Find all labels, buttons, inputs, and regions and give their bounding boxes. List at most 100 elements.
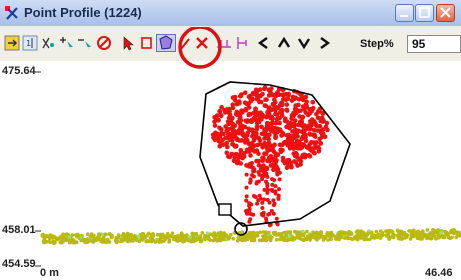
vegetation-point [280,130,286,136]
vegetation-point [255,201,260,206]
vegetation-point [270,182,275,187]
ground-point [280,237,285,242]
maximize-button[interactable] [415,4,434,22]
vegetation-point [292,96,297,102]
vegetation-point [306,153,312,158]
ground-point [216,231,221,235]
ground-point [206,235,211,240]
vegetation-point [232,123,238,128]
vertical-line-button[interactable] [234,34,250,52]
ground-point [215,239,219,243]
ground-point [405,235,409,239]
ground-points [40,228,461,246]
ground-point [223,232,227,237]
ground-point [334,236,339,240]
close-button[interactable] [436,4,455,22]
add-point-button[interactable] [58,34,74,52]
cancel-button[interactable] [95,34,113,52]
vegetation-point [277,142,283,148]
ground-point [387,236,391,240]
vegetation-point [289,164,294,169]
ground-point [348,231,352,235]
vegetation-point [298,108,303,113]
vegetation-point [262,85,268,90]
vegetation-point [256,135,262,141]
select-arrow-button[interactable] [120,34,136,52]
vegetation-point [246,101,251,106]
one-to-one-button[interactable]: 1 [22,34,38,52]
vegetation-point [265,190,270,195]
ground-point [194,238,198,242]
ground-point [366,231,371,236]
ground-point [263,230,268,234]
minimize-button[interactable] [395,4,414,22]
vegetation-point [284,165,290,171]
ground-point [82,239,87,244]
vegetation-point [247,219,252,224]
ground-point [424,233,428,238]
vegetation-point [265,158,270,164]
ground-point [267,230,271,235]
vegetation-point [265,198,270,202]
y-mid-label: 458.01 [2,224,36,236]
remove-point-button[interactable] [76,34,92,52]
ground-point [71,240,76,244]
vegetation-point [244,194,249,199]
ground-point [392,233,396,237]
vegetation-point [247,211,252,216]
title-bar[interactable]: Point Profile (1224) [0,0,461,27]
vegetation-point [269,188,274,192]
ground-point [114,235,118,240]
step-up-button[interactable] [276,34,292,52]
ground-point [425,228,430,232]
ground-point [359,236,364,240]
vegetation-point [315,128,321,133]
vegetation-point [298,162,303,167]
step-right-button[interactable] [316,34,332,52]
vegetation-point [311,140,316,145]
vegetation-point [217,108,222,114]
vegetation-point [282,139,288,145]
ground-point [252,238,256,243]
vegetation-point [259,212,264,216]
vegetation-point [214,113,220,118]
vegetation-point [242,90,248,95]
ground-point [61,240,65,244]
ground-point [305,236,310,240]
profile-canvas[interactable] [0,61,461,280]
ground-point [125,231,130,236]
ground-point [188,235,192,239]
step-down-button[interactable] [296,34,312,52]
close-icon [440,7,451,18]
polygon-start-handle[interactable] [218,203,232,216]
vegetation-point [271,203,276,208]
ground-point [436,233,441,237]
profile-plot-area[interactable]: 475.64 458.01 454.59 0 m 46.46 [0,61,461,280]
ground-point [365,237,370,241]
ground-point [372,234,377,239]
auto-classify-button[interactable] [40,34,56,52]
profile-options-button[interactable] [3,34,21,52]
polygon-select-button[interactable] [156,34,176,52]
ground-point [226,237,231,241]
ground-point [40,233,45,237]
ground-point [162,239,166,243]
vegetation-point [297,139,302,144]
vegetation-point [314,111,319,117]
vegetation-point [262,136,267,141]
ground-point [140,238,144,242]
vegetation-point [293,160,299,165]
vegetation-point [244,163,249,168]
step-left-button[interactable] [256,34,272,52]
vegetation-point [320,119,325,124]
ground-point [396,229,400,234]
ground-point [432,230,437,234]
ground-point [145,239,150,243]
step-value-field[interactable]: 95 [407,35,461,53]
vegetation-point [263,103,269,109]
vegetation-point [250,90,256,96]
vegetation-point [248,202,253,207]
ground-point [261,238,265,242]
ground-point [178,238,182,243]
select-rect-button[interactable] [140,34,154,52]
